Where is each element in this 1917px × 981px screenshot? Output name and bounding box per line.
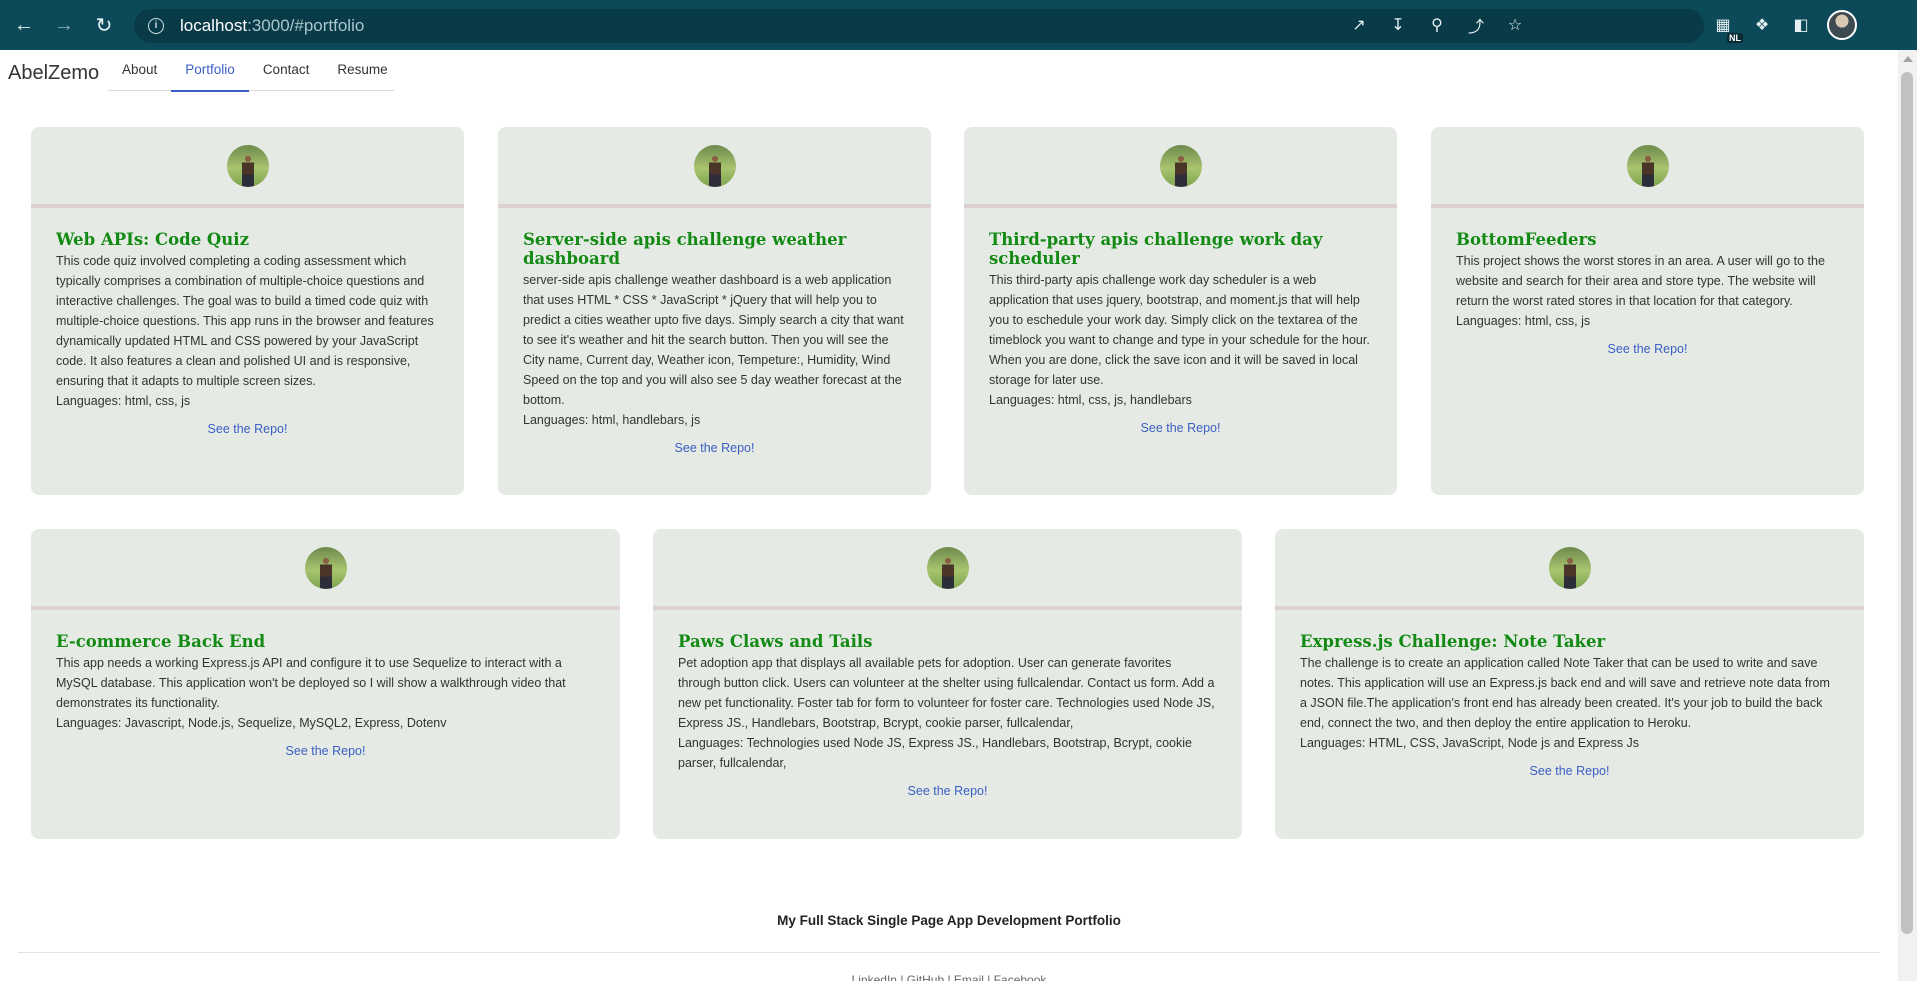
project-description: The challenge is to create an applicatio…: [1300, 656, 1830, 730]
project-languages: Languages: HTML, CSS, JavaScript, Node j…: [1300, 736, 1640, 750]
forward-icon[interactable]: →: [48, 9, 80, 41]
scrollbar-thumb[interactable]: [1901, 72, 1913, 934]
extension-badge: NL: [1727, 33, 1743, 43]
site-header: AbelZemo About Portfolio Contact Resume: [0, 50, 1898, 102]
site-info-icon[interactable]: i: [148, 18, 164, 34]
footer-links[interactable]: LinkedIn | GitHub | Email | Facebook: [0, 973, 1898, 981]
page-viewport: AbelZemo About Portfolio Contact Resume …: [0, 50, 1898, 981]
project-description: This app needs a working Express.js API …: [56, 656, 566, 710]
toolbar-actions: ▦ NL ❖ ◧: [1696, 0, 1857, 50]
reload-icon[interactable]: ↻: [88, 9, 120, 41]
extension-icon[interactable]: ▦ NL: [1711, 13, 1743, 43]
footer-title: My Full Stack Single Page App Developmen…: [777, 913, 1121, 928]
nav-contact[interactable]: Contact: [249, 50, 324, 90]
project-card: Express.js Challenge: Note Taker The cha…: [1275, 529, 1864, 839]
project-description: This project shows the worst stores in a…: [1456, 254, 1825, 308]
scroll-up-icon[interactable]: [1903, 56, 1913, 62]
project-title: E-commerce Back End: [56, 632, 266, 651]
nav-about[interactable]: About: [108, 50, 171, 90]
open-in-app-icon[interactable]: ↗: [1347, 13, 1371, 37]
back-icon[interactable]: ←: [8, 9, 40, 41]
project-description: This third-party apis challenge work day…: [989, 273, 1370, 387]
url-host: localhost: [180, 16, 248, 35]
see-repo-link[interactable]: See the Repo!: [56, 744, 595, 758]
see-repo-link[interactable]: See the Repo!: [523, 441, 906, 455]
project-description: server-side apis challenge weather dashb…: [523, 273, 904, 407]
project-card: Server-side apis challenge weather dashb…: [498, 127, 931, 495]
url-path: :3000/#portfolio: [247, 16, 365, 35]
url-text[interactable]: localhost:3000/#portfolio: [180, 16, 364, 36]
project-description: Pet adoption app that displays all avail…: [678, 656, 1215, 730]
project-description: This code quiz involved completing a cod…: [56, 254, 434, 388]
project-card: Web APIs: Code Quiz This code quiz invol…: [31, 127, 464, 495]
see-repo-link[interactable]: See the Repo!: [678, 784, 1217, 798]
page-scrollbar[interactable]: [1898, 50, 1917, 981]
browser-toolbar: ← → ↻ i localhost:3000/#portfolio ↗ ↧ ⚲ …: [0, 0, 1917, 50]
project-avatar: [1159, 145, 1202, 187]
project-languages: Languages: html, css, js: [56, 394, 191, 408]
project-languages: Languages: html, css, js: [1456, 314, 1591, 328]
bookmark-star-icon[interactable]: ☆: [1503, 13, 1527, 37]
footer-divider: [18, 952, 1880, 953]
project-avatar: [304, 547, 347, 589]
see-repo-link[interactable]: See the Repo!: [989, 421, 1372, 435]
project-avatar: [693, 145, 736, 187]
see-repo-link[interactable]: See the Repo!: [56, 422, 439, 436]
project-languages: Languages: html, css, js, handlebars: [989, 393, 1192, 407]
profile-avatar[interactable]: [1827, 10, 1857, 40]
project-title: Server-side apis challenge weather dashb…: [523, 230, 847, 268]
share-icon[interactable]: ⤴: [1464, 13, 1488, 37]
project-title: Paws Claws and Tails: [678, 632, 873, 651]
project-avatar: [226, 145, 269, 187]
site-nav: About Portfolio Contact Resume: [108, 50, 394, 92]
project-title: Third-party apis challenge work day sche…: [989, 230, 1323, 268]
project-languages: Languages: Javascript, Node.js, Sequeliz…: [56, 716, 447, 730]
project-title: BottomFeeders: [1456, 230, 1597, 249]
project-card: E-commerce Back End This app needs a wor…: [31, 529, 620, 839]
site-brand[interactable]: AbelZemo: [8, 62, 99, 85]
project-avatar: [1548, 547, 1591, 589]
see-repo-link[interactable]: See the Repo!: [1300, 764, 1839, 778]
extensions-puzzle-icon[interactable]: ❖: [1750, 13, 1774, 37]
project-title: Express.js Challenge: Note Taker: [1300, 632, 1606, 651]
project-card: Paws Claws and Tails Pet adoption app th…: [653, 529, 1242, 839]
project-avatar: [926, 547, 969, 589]
see-repo-link[interactable]: See the Repo!: [1456, 342, 1839, 356]
nav-resume[interactable]: Resume: [323, 50, 401, 90]
zoom-icon[interactable]: ⚲: [1425, 13, 1449, 37]
project-title: Web APIs: Code Quiz: [56, 230, 249, 249]
nav-portfolio[interactable]: Portfolio: [171, 50, 249, 92]
project-card: Third-party apis challenge work day sche…: [964, 127, 1397, 495]
install-icon[interactable]: ↧: [1386, 13, 1410, 37]
side-panel-icon[interactable]: ◧: [1789, 13, 1813, 37]
project-languages: Languages: html, handlebars, js: [523, 413, 701, 427]
project-avatar: [1626, 145, 1669, 187]
omnibox-actions: ↗ ↧ ⚲ ⤴ ☆: [1332, 0, 1527, 50]
project-card: BottomFeeders This project shows the wor…: [1431, 127, 1864, 495]
project-languages: Languages: Technologies used Node JS, Ex…: [678, 736, 1192, 770]
